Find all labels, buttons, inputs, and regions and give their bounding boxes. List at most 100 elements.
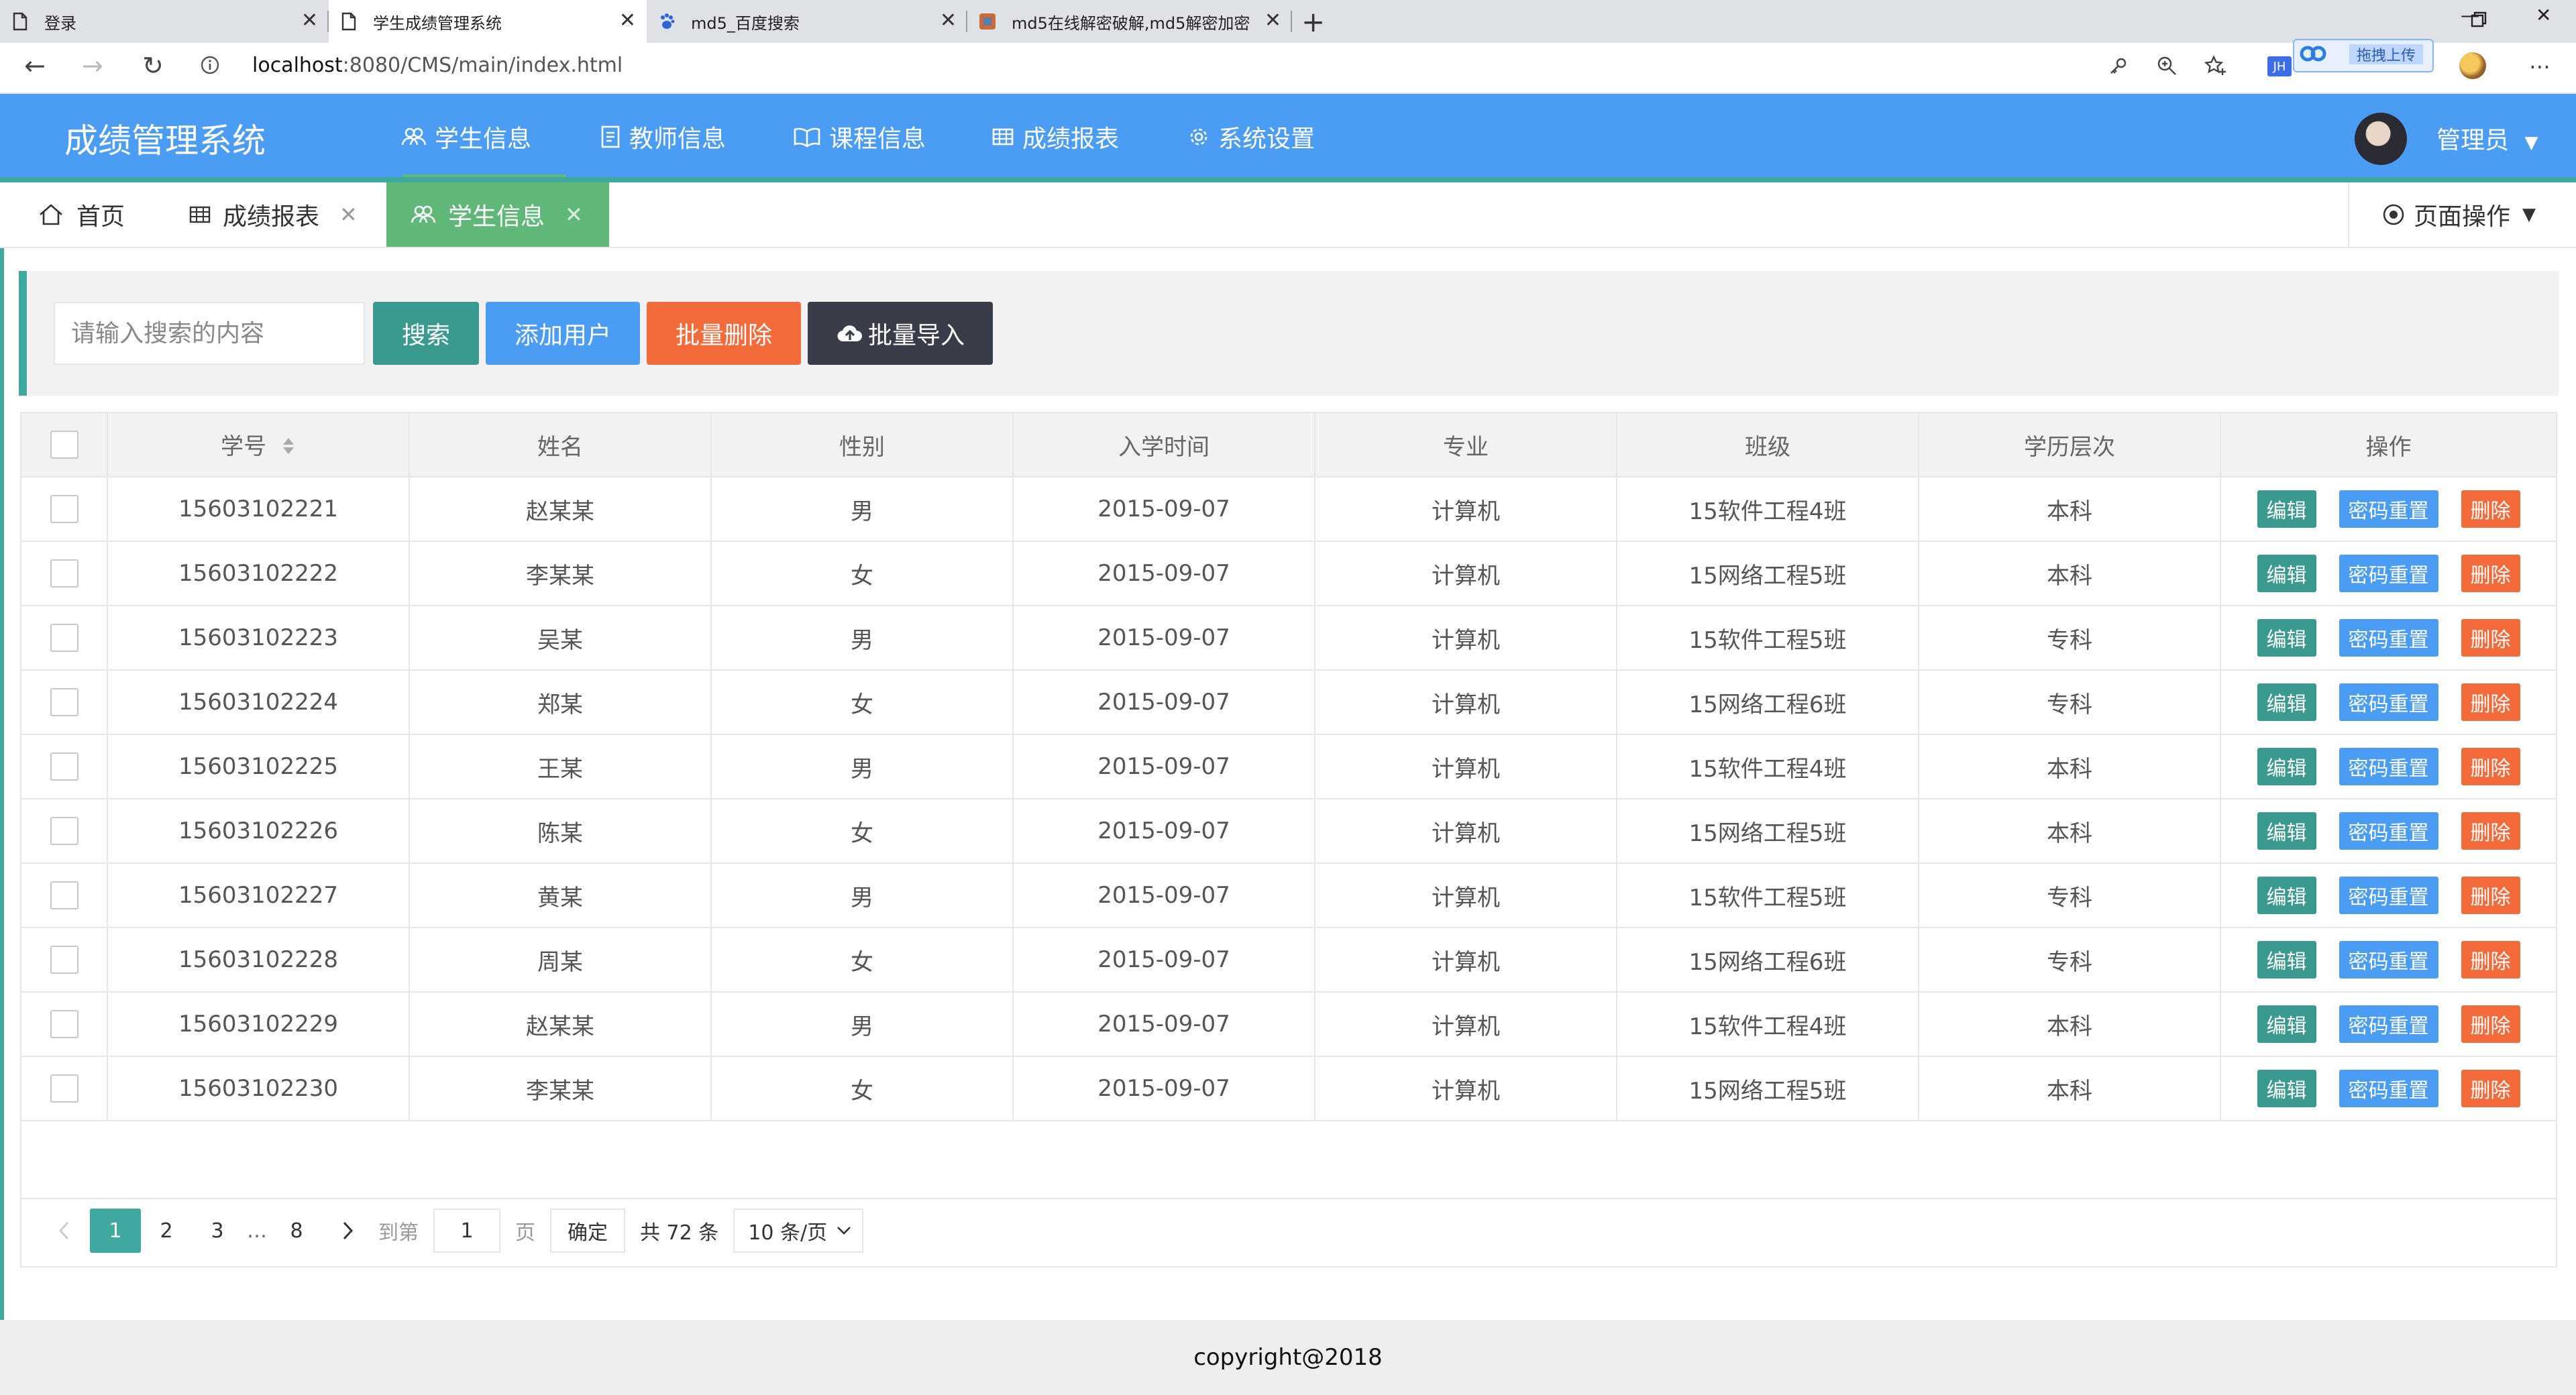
edit-button[interactable]: 编辑 — [2257, 555, 2316, 592]
new-tab-button[interactable]: + — [1301, 5, 1325, 38]
row-checkbox[interactable] — [50, 752, 78, 781]
delete-button[interactable]: 删除 — [2461, 555, 2520, 592]
restore-icon[interactable] — [2470, 11, 2487, 31]
close-icon[interactable]: ✕ — [1265, 11, 1281, 31]
select-all-checkbox[interactable] — [50, 431, 78, 459]
pagination: 1 2 3 … 8 到第 1 页 确定 共 72 条 10 条/页 — [39, 1207, 864, 1254]
reset-password-button[interactable]: 密码重置 — [2339, 812, 2438, 850]
delete-button[interactable]: 删除 — [2461, 490, 2520, 528]
reset-password-button[interactable]: 密码重置 — [2339, 1070, 2438, 1107]
column-header-student-id[interactable]: 学号 — [107, 413, 410, 478]
page-tab-reports[interactable]: 成绩报表 ✕ — [189, 182, 370, 247]
edit-button[interactable]: 编辑 — [2257, 877, 2316, 914]
nav-item-reports[interactable]: 成绩报表 — [991, 94, 1119, 180]
user-avatar[interactable] — [2355, 113, 2407, 165]
edit-button[interactable]: 编辑 — [2257, 748, 2316, 785]
row-checkbox[interactable] — [50, 495, 78, 524]
row-checkbox[interactable] — [50, 688, 78, 717]
cell-class: 15网络工程5班 — [1617, 1056, 1919, 1121]
user-menu[interactable]: 管理员 ▼ — [2436, 121, 2538, 156]
zoom-icon[interactable] — [2156, 55, 2178, 79]
add-user-button[interactable]: 添加用户 — [486, 302, 640, 365]
sort-icon[interactable] — [281, 435, 296, 461]
close-icon[interactable]: ✕ — [565, 202, 583, 227]
delete-button[interactable]: 删除 — [2461, 683, 2520, 721]
delete-button[interactable]: 删除 — [2461, 1070, 2520, 1107]
row-checkbox[interactable] — [50, 624, 78, 653]
delete-button[interactable]: 删除 — [2461, 812, 2520, 850]
cell-actions: 编辑 密码重置 删除 — [2220, 928, 2556, 993]
close-icon[interactable]: ✕ — [301, 11, 318, 31]
reset-password-button[interactable]: 密码重置 — [2339, 877, 2438, 914]
page-operations-menu[interactable]: 页面操作 ▼ — [2348, 182, 2576, 247]
page-tab-home[interactable]: 首页 — [38, 182, 172, 247]
reload-icon[interactable]: ↻ — [142, 51, 164, 80]
browser-tab-active[interactable]: 学生成绩管理系统 ✕ — [329, 0, 647, 43]
page-3[interactable]: 3 — [192, 1209, 243, 1253]
goto-confirm-button[interactable]: 确定 — [550, 1209, 625, 1253]
page-tab-students[interactable]: 学生信息 ✕ — [386, 182, 609, 247]
search-button[interactable]: 搜索 — [373, 302, 479, 365]
reset-password-button[interactable]: 密码重置 — [2339, 555, 2438, 592]
row-checkbox[interactable] — [50, 817, 78, 846]
reset-password-button[interactable]: 密码重置 — [2339, 748, 2438, 785]
prev-page-icon[interactable] — [39, 1209, 90, 1253]
delete-button[interactable]: 删除 — [2461, 941, 2520, 979]
reset-password-button[interactable]: 密码重置 — [2339, 619, 2438, 657]
edit-button[interactable]: 编辑 — [2257, 941, 2316, 979]
key-icon[interactable] — [2108, 56, 2128, 79]
row-checkbox[interactable] — [50, 559, 78, 588]
edit-button[interactable]: 编辑 — [2257, 1070, 2316, 1107]
delete-button[interactable]: 删除 — [2461, 619, 2520, 657]
reset-password-button[interactable]: 密码重置 — [2339, 683, 2438, 721]
nav-item-teachers[interactable]: 教师信息 — [600, 94, 726, 180]
table-row: 15603102229 赵某某男 2015-09-07 计算机 15软件工程4班 本科 编辑… — [21, 992, 2556, 1057]
extension-upload-label[interactable]: 拖拽上传 — [2349, 44, 2423, 64]
page-1[interactable]: 1 — [90, 1209, 141, 1253]
delete-button[interactable]: 删除 — [2461, 748, 2520, 785]
batch-import-button[interactable]: 批量导入 — [808, 302, 993, 365]
page-size-select[interactable]: 10 条/页 — [733, 1209, 864, 1253]
row-checkbox[interactable] — [50, 1074, 78, 1103]
reset-password-button[interactable]: 密码重置 — [2339, 490, 2438, 528]
batch-delete-button[interactable]: 批量删除 — [647, 302, 801, 365]
url-field[interactable]: localhost:8080/CMS/main/index.html — [252, 54, 623, 77]
search-input[interactable] — [54, 302, 365, 365]
forward-arrow-icon[interactable]: → — [82, 51, 103, 80]
edit-button[interactable]: 编辑 — [2257, 812, 2316, 850]
edit-button[interactable]: 编辑 — [2257, 683, 2316, 721]
next-page-icon[interactable] — [322, 1209, 373, 1253]
nav-item-courses[interactable]: 课程信息 — [793, 94, 926, 180]
extension-jh-icon[interactable]: JH — [2267, 56, 2292, 76]
favorite-star-icon[interactable] — [2204, 55, 2227, 79]
reset-password-button[interactable]: 密码重置 — [2339, 1005, 2438, 1043]
close-icon[interactable]: ✕ — [940, 11, 957, 31]
nav-item-settings[interactable]: 系统设置 — [1187, 94, 1315, 180]
edit-button[interactable]: 编辑 — [2257, 619, 2316, 657]
reset-password-button[interactable]: 密码重置 — [2339, 941, 2438, 979]
book-icon — [794, 127, 820, 148]
goto-page-input[interactable]: 1 — [433, 1209, 500, 1253]
row-checkbox[interactable] — [50, 1010, 78, 1039]
close-icon[interactable]: ✕ — [339, 202, 358, 227]
page-last[interactable]: 8 — [271, 1209, 322, 1253]
delete-button[interactable]: 删除 — [2461, 877, 2520, 914]
cell-gender: 男 — [711, 863, 1014, 928]
browser-tab-md5[interactable]: md5在线解密破解,md5解密加密 ✕ — [967, 0, 1292, 43]
edit-button[interactable]: 编辑 — [2257, 490, 2316, 528]
browser-tab-login[interactable]: 登录 ✕ — [0, 0, 329, 43]
profile-avatar-icon[interactable] — [2459, 52, 2486, 79]
window-close-icon[interactable]: ✕ — [2536, 4, 2551, 26]
row-checkbox[interactable] — [50, 881, 78, 910]
cell-enroll-date: 2015-09-07 — [1013, 606, 1316, 671]
nav-item-students[interactable]: 学生信息 — [401, 94, 531, 180]
row-checkbox[interactable] — [50, 946, 78, 974]
info-icon[interactable] — [200, 55, 220, 78]
page-2[interactable]: 2 — [141, 1209, 192, 1253]
delete-button[interactable]: 删除 — [2461, 1005, 2520, 1043]
close-icon[interactable]: ✕ — [619, 11, 636, 31]
back-arrow-icon[interactable]: ← — [24, 51, 46, 80]
more-menu-icon[interactable]: ⋯ — [2529, 54, 2551, 79]
browser-tab-baidu[interactable]: md5_百度搜索 ✕ — [647, 0, 967, 43]
edit-button[interactable]: 编辑 — [2257, 1005, 2316, 1043]
